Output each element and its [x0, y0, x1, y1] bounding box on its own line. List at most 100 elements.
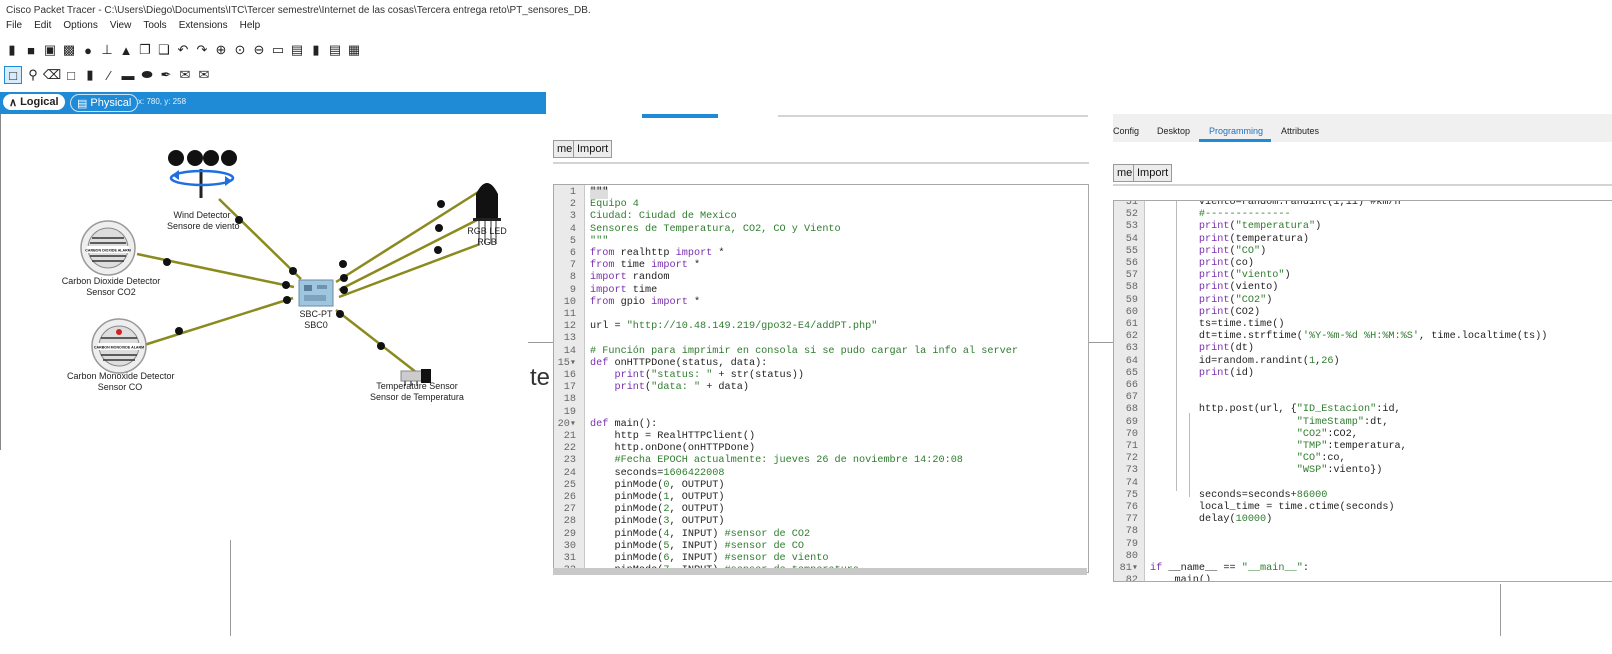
co-detector-icon: CARBON MONOXIDE ALARM [91, 318, 147, 374]
physical-icon: ▤ [77, 97, 88, 110]
delete-icon[interactable]: ⌫ [43, 67, 61, 83]
select-icon[interactable]: □ [4, 66, 22, 84]
freeform-icon[interactable]: ✒ [158, 67, 174, 83]
copy-icon[interactable]: ❐ [137, 42, 153, 58]
inspect-icon[interactable]: ⚲ [25, 67, 41, 83]
code-editor-window-2: Config Desktop Programming Attributes me… [1113, 114, 1612, 584]
tab-desktop[interactable]: Desktop [1157, 126, 1190, 136]
co2-badge-text: CARBON DIOXIDE ALARM [85, 249, 130, 253]
horizontal-scrollbar[interactable] [553, 568, 1087, 575]
info-icon[interactable]: ● [80, 42, 96, 58]
complex-pdu-icon[interactable]: ✉ [196, 67, 212, 83]
menu-file[interactable]: File [0, 20, 28, 36]
image-icon[interactable]: ▦ [346, 42, 362, 58]
open-folder-icon[interactable]: ■ [23, 42, 39, 58]
print-icon[interactable]: ▩ [61, 42, 77, 58]
new-file-icon[interactable]: ▮ [4, 42, 20, 58]
zoom-in-icon[interactable]: ⊕ [213, 42, 229, 58]
menu-extensions[interactable]: Extensions [173, 20, 234, 36]
network-wizard-icon[interactable]: ⊥ [99, 42, 115, 58]
tab-attributes[interactable]: Attributes [1281, 126, 1319, 136]
tab-config[interactable]: Config [1113, 126, 1139, 136]
link-dot [163, 258, 171, 266]
tab-programming[interactable]: Programming [1209, 126, 1263, 136]
temperature-sensor-label: Temperature Sensor Sensor de Temperatura [370, 381, 464, 402]
zoom-out-icon[interactable]: ⊖ [251, 42, 267, 58]
menu-help[interactable]: Help [234, 20, 267, 36]
draw-ellipse-icon[interactable]: ⬬ [139, 67, 155, 83]
cursor-coordinates: x: 780, y: 258 [138, 97, 187, 106]
co2-detector-label: Carbon Dioxide Detector Sensor CO2 [61, 276, 161, 297]
viewport-icon[interactable]: ▤ [327, 42, 343, 58]
sbc-board-icon [298, 279, 334, 307]
menu-bar: File Edit Options View Tools Extensions … [0, 20, 266, 36]
paste-icon[interactable]: ❑ [156, 42, 172, 58]
active-tab-indicator [642, 114, 718, 118]
edit-toolbar: □ ⚲ ⌫ □ ▮ ∕ ▬ ⬬ ✒ ✉ ✉ [0, 63, 212, 87]
link-dot [336, 310, 344, 318]
link-dot [434, 246, 442, 254]
tab-physical-label: Physical [90, 97, 132, 109]
import-button[interactable]: Import [573, 140, 613, 158]
wire-co [140, 296, 294, 348]
divider-line [1500, 584, 1501, 636]
code-editor[interactable]: 1 """ 2 Equipo 4 3 Ciudad: Ciudad de Mexico… [553, 184, 1089, 573]
draw-line-icon[interactable]: ∕ [101, 67, 117, 83]
title-bar: Cisco Packet Tracer - C:\Users\Diego\Doc… [0, 0, 591, 20]
rgb-led-label: RGB LED RGB [467, 226, 507, 247]
save-icon[interactable]: ▣ [42, 42, 58, 58]
menu-edit[interactable]: Edit [28, 20, 57, 36]
link-dot [437, 200, 445, 208]
co-badge-text: CARBON MONOXIDE ALARM [94, 346, 144, 350]
link-dot [289, 267, 297, 275]
device-tabs: Config Desktop Programming Attributes [1113, 114, 1612, 142]
activity-wizard-icon[interactable]: ▲ [118, 42, 134, 58]
tab-physical[interactable]: ▤ Physical [70, 94, 139, 112]
wind-detector-icon [168, 150, 237, 198]
toolbar-divider [553, 162, 1089, 164]
menu-tools[interactable]: Tools [137, 20, 172, 36]
draw-rectangle-icon[interactable]: ▬ [120, 67, 136, 83]
code-editor-window-1: me Import 1 """ 2 Equipo 4 3 Ciudad: Ciudad… [553, 104, 1089, 576]
wire-led-2 [338, 216, 482, 292]
custom-device-icon[interactable]: ▤ [289, 42, 305, 58]
co-detector-label: Carbon Monoxide Detector Sensor CO [67, 371, 175, 392]
undo-icon[interactable]: ↶ [175, 42, 191, 58]
window-title: Cisco Packet Tracer - C:\Users\Diego\Doc… [6, 4, 591, 16]
workspace-bar: ∧ Logical ▤ Physical x: 780, y: 258 [0, 92, 546, 114]
link-dot [283, 296, 291, 304]
code-editor[interactable]: 51 viento=random.randint(1,11) #km/h 52 … [1113, 200, 1612, 582]
note-icon[interactable]: ▮ [82, 67, 98, 83]
co2-detector-icon: CARBON DIOXIDE ALARM [80, 220, 136, 276]
notes-icon[interactable]: ▮ [308, 42, 324, 58]
tab-logical[interactable]: ∧ Logical [3, 94, 65, 110]
simple-pdu-icon[interactable]: ✉ [177, 67, 193, 83]
link-dot [282, 281, 290, 289]
link-dot [435, 224, 443, 232]
menu-options[interactable]: Options [57, 20, 103, 36]
drawing-palette-icon[interactable]: ▭ [270, 42, 286, 58]
link-dot [340, 286, 348, 294]
tab-divider [778, 115, 1088, 117]
logical-icon: ∧ [9, 96, 18, 109]
divider-line [1087, 342, 1113, 343]
import-button[interactable]: Import [1133, 164, 1173, 182]
redo-icon[interactable]: ↷ [194, 42, 210, 58]
logical-workspace[interactable]: CARBON DIOXIDE ALARM CARBON MONOXIDE ALA… [0, 114, 547, 450]
resize-icon[interactable]: □ [63, 67, 79, 83]
link-dot [377, 342, 385, 350]
link-dot [340, 274, 348, 282]
menu-view[interactable]: View [104, 20, 138, 36]
wire-led-3 [338, 242, 481, 299]
packet-tracer-window: Cisco Packet Tracer - C:\Users\Diego\Doc… [0, 0, 591, 450]
link-dot [339, 260, 347, 268]
sbc-label: SBC-PT SBC0 [299, 309, 333, 330]
main-toolbar: ▮ ■ ▣ ▩ ● ⊥ ▲ ❐ ❑ ↶ ↷ ⊕ ⊙ ⊖ ▭ ▤ ▮ ▤ ▦ [0, 38, 362, 62]
zoom-reset-icon[interactable]: ⊙ [232, 42, 248, 58]
active-tab-indicator [1199, 139, 1271, 142]
divider-line [230, 540, 231, 636]
tab-logical-label: Logical [20, 96, 59, 108]
link-dot [175, 327, 183, 335]
wire-led-1 [335, 187, 484, 284]
toolbar-divider [1113, 184, 1612, 186]
